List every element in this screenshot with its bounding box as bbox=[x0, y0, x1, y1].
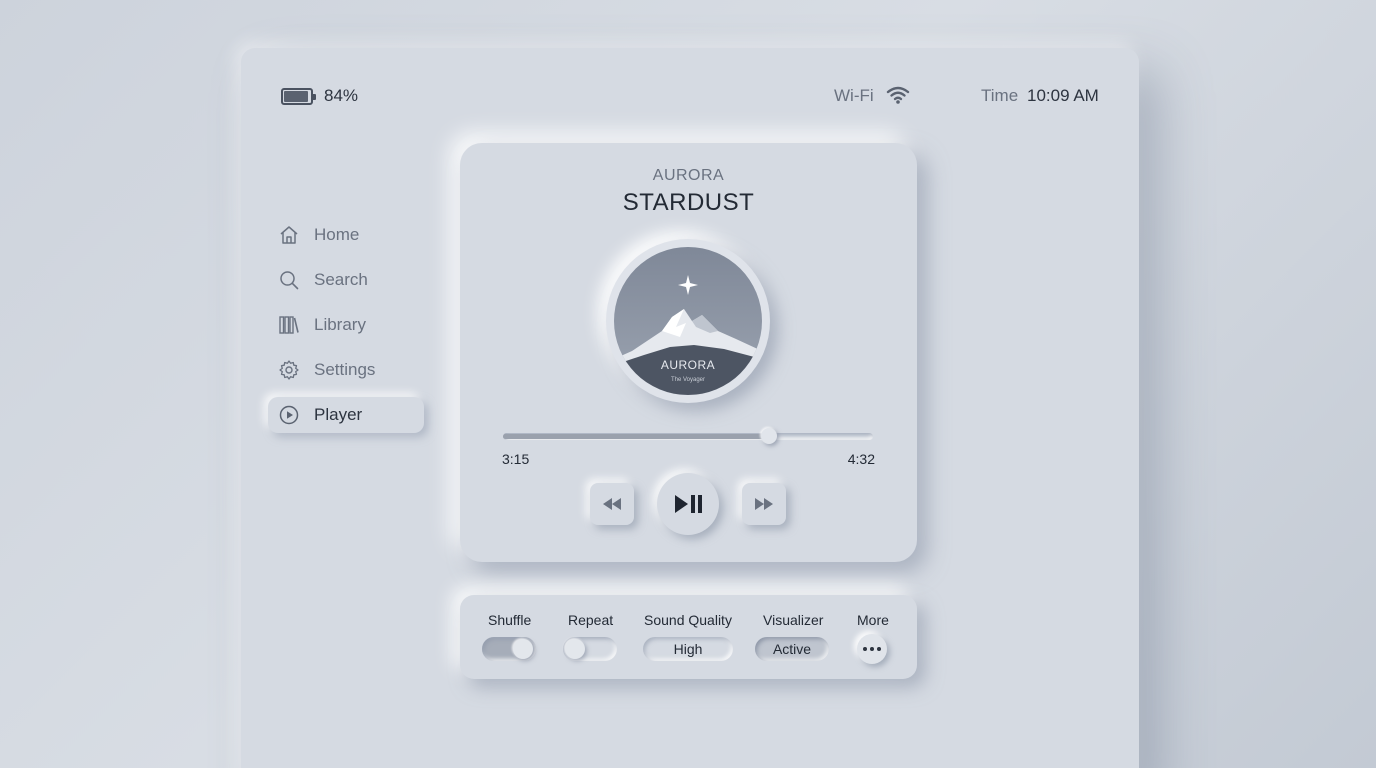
wifi-label: Wi-Fi bbox=[834, 86, 874, 105]
sound-quality-label: Sound Quality bbox=[644, 612, 732, 628]
time-value: 10:09 AM bbox=[1027, 86, 1099, 105]
sidebar-item-label: Player bbox=[314, 405, 363, 424]
sidebar-item-library[interactable]: Library bbox=[268, 307, 424, 343]
album-art-subtitle: The Voyager bbox=[671, 377, 705, 383]
total-duration: 4:32 bbox=[847, 451, 875, 467]
more-options-button[interactable] bbox=[857, 634, 887, 664]
battery-icon bbox=[281, 88, 316, 105]
search-icon bbox=[280, 271, 299, 290]
status-bar: 84% Wi-Fi Time 10:09 AM bbox=[241, 48, 1139, 148]
artist-name: AURORA bbox=[652, 167, 725, 184]
more-label: More bbox=[857, 612, 889, 628]
progress-fill bbox=[503, 434, 770, 439]
repeat-label: Repeat bbox=[568, 612, 614, 628]
fast-forward-icon bbox=[755, 498, 773, 510]
play-circle-icon bbox=[279, 405, 299, 425]
repeat-toggle[interactable] bbox=[563, 637, 617, 661]
sidebar-item-search[interactable]: Search bbox=[268, 262, 424, 298]
settings-panel: Shuffle Repeat Sound Quality High Visual… bbox=[460, 595, 917, 679]
gear-icon bbox=[279, 360, 299, 380]
sidebar-item-home[interactable]: Home bbox=[268, 217, 424, 253]
shuffle-label: Shuffle bbox=[488, 612, 532, 628]
visualizer-toggle[interactable]: Active bbox=[755, 637, 829, 661]
library-icon bbox=[279, 316, 299, 334]
previous-button[interactable] bbox=[590, 483, 634, 525]
next-button[interactable] bbox=[742, 483, 786, 525]
visualizer-label: Visualizer bbox=[763, 612, 824, 628]
album-art-frame: AURORA The Voyager bbox=[606, 239, 770, 403]
album-art: AURORA The Voyager bbox=[614, 247, 762, 395]
battery-percentage: 84% bbox=[324, 86, 359, 105]
play-pause-button[interactable] bbox=[657, 473, 719, 535]
progress-bar[interactable] bbox=[503, 428, 873, 444]
device-frame: 84% Wi-Fi Time 10:09 AM Home Search Libr… bbox=[241, 48, 1139, 768]
sidebar-item-settings[interactable]: Settings bbox=[268, 352, 424, 388]
sidebar-item-label: Library bbox=[314, 315, 366, 334]
sidebar-item-label: Home bbox=[314, 225, 360, 244]
shuffle-toggle[interactable] bbox=[482, 637, 536, 661]
sidebar-item-label: Search bbox=[314, 270, 368, 289]
player-card: AURORA STARDUST AURORA The Voyager 3:15 … bbox=[460, 143, 917, 562]
wifi-icon bbox=[886, 86, 910, 104]
ellipsis-icon bbox=[863, 647, 867, 651]
rewind-icon bbox=[603, 498, 621, 510]
sound-quality-select[interactable]: High bbox=[643, 637, 733, 661]
play-pause-icon bbox=[675, 495, 702, 513]
sidebar-item-player[interactable]: Player bbox=[268, 397, 424, 433]
elapsed-time: 3:15 bbox=[502, 451, 530, 467]
time-label: Time bbox=[981, 86, 1019, 105]
album-art-title: AURORA bbox=[661, 358, 715, 372]
home-icon bbox=[280, 226, 298, 244]
track-title: STARDUST bbox=[622, 189, 755, 216]
progress-thumb[interactable] bbox=[761, 428, 778, 444]
sidebar-item-label: Settings bbox=[314, 360, 376, 379]
